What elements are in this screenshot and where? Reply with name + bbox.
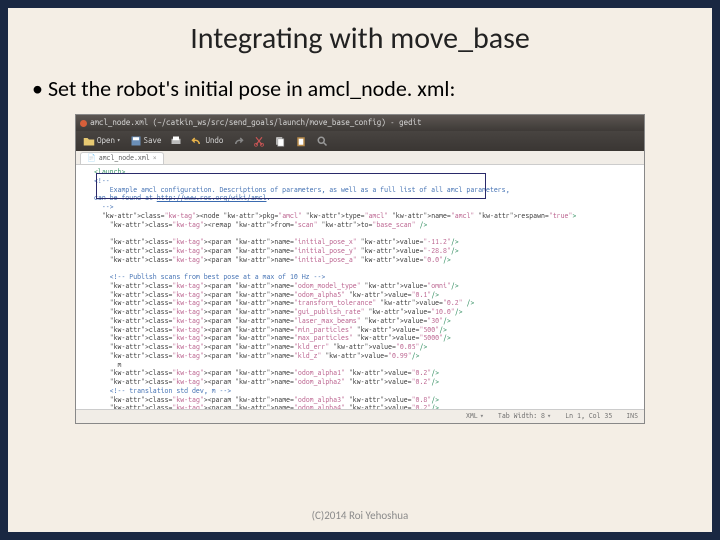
editor-statusbar: XML ▾ Tab Width: 8 ▾ Ln 1, Col 35 INS [76, 409, 644, 423]
file-icon: 📄 [87, 154, 96, 163]
save-label: Save [144, 136, 162, 146]
open-icon [83, 135, 95, 147]
status-cursor-pos: Ln 1, Col 35 [565, 412, 612, 421]
window-title-text: amcl_node.xml (~/catkin_ws/src/send_goal… [90, 118, 422, 128]
close-window-icon[interactable] [80, 120, 87, 127]
save-icon [130, 135, 142, 147]
save-button[interactable]: Save [127, 134, 165, 148]
slide-title: Integrating with move_base [28, 20, 692, 57]
bullet-item: Set the robot's initial pose in amcl_nod… [28, 75, 692, 102]
undo-button[interactable]: Undo [188, 134, 226, 148]
undo-icon [191, 135, 203, 147]
paste-button[interactable] [292, 134, 310, 148]
slide-footer: (C)2014 Roi Yehoshua [8, 509, 712, 522]
copy-icon [274, 135, 286, 147]
presentation-slide: Integrating with move_base Set the robot… [8, 8, 712, 532]
copy-button[interactable] [271, 134, 289, 148]
redo-button[interactable] [229, 134, 247, 148]
undo-label: Undo [205, 136, 223, 146]
print-icon [170, 135, 182, 147]
gedit-window: amcl_node.xml (~/catkin_ws/src/send_goal… [75, 114, 645, 424]
cut-icon [253, 135, 265, 147]
status-insert-mode: INS [626, 412, 638, 421]
file-tab[interactable]: 📄 amcl_node.xml × [80, 152, 164, 164]
search-icon [316, 135, 328, 147]
redo-icon [232, 135, 244, 147]
tab-close-icon[interactable]: × [153, 154, 157, 163]
status-tabwidth[interactable]: Tab Width: 8 ▾ [498, 412, 551, 421]
editor-tab-bar: 📄 amcl_node.xml × [76, 151, 644, 165]
cut-button[interactable] [250, 134, 268, 148]
open-button[interactable]: Open ▾ [80, 134, 124, 148]
print-button[interactable] [167, 134, 185, 148]
window-titlebar: amcl_node.xml (~/catkin_ws/src/send_goal… [76, 115, 644, 131]
code-editor-area[interactable]: <launch> <!-- Example amcl configuration… [76, 165, 644, 409]
status-language[interactable]: XML ▾ [466, 412, 484, 421]
dropdown-icon: ▾ [117, 137, 121, 145]
editor-toolbar: Open ▾ Save Undo [76, 131, 644, 151]
tab-label: amcl_node.xml [99, 154, 150, 163]
open-label: Open [97, 136, 115, 146]
paste-icon [295, 135, 307, 147]
find-button[interactable] [313, 134, 331, 148]
